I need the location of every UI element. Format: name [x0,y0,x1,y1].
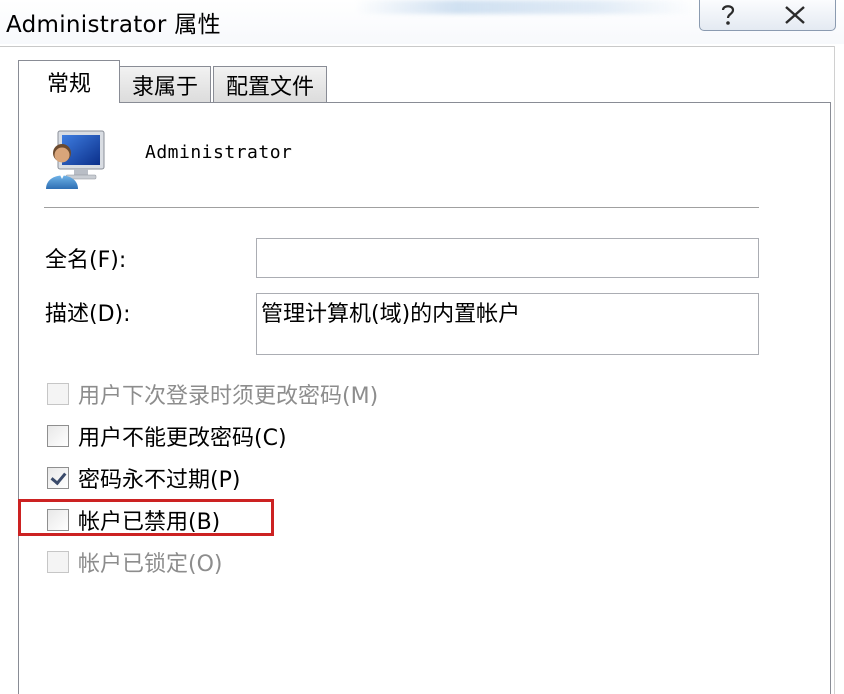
checkbox-label: 用户下次登录时须更改密码(M) [78,384,379,409]
checkbox-box[interactable] [47,551,69,573]
tab-general[interactable]: 常规 [18,60,120,103]
tab-general-label: 常规 [46,72,91,97]
checkbox-cannot-change-password[interactable]: 用户不能更改密码(C) [47,422,287,451]
title-glow [355,0,695,14]
tab-member-of[interactable]: 隶属于 [119,66,211,102]
checkbox-label: 密码永不过期(P) [78,468,241,493]
frame-right-border [834,46,835,694]
checkbox-must-change-password[interactable]: 用户下次登录时须更改密码(M) [47,380,379,409]
help-button[interactable] [699,0,757,31]
question-mark-icon [717,3,739,27]
checkbox-label: 帐户已锁定(O) [78,552,223,577]
checkbox-label: 用户不能更改密码(C) [78,426,287,451]
highlight-annotation-box [18,499,274,536]
frame-top-border [0,46,835,47]
checkbox-password-never-expires[interactable]: 密码永不过期(P) [47,464,241,493]
description-label: 描述(D): [45,302,131,327]
properties-window: Administrator 属性 常规 隶属于 配置文件 Administrat… [0,0,844,694]
description-input[interactable]: 管理计算机(域)的内置帐户 [256,293,759,355]
user-account-name: Administrator [145,142,293,163]
checkbox-box[interactable] [47,383,69,405]
tab-member-of-label: 隶属于 [131,74,198,100]
full-name-label: 全名(F): [45,248,127,273]
user-account-icon [44,127,108,195]
header-separator [44,207,759,211]
tab-profile-label: 配置文件 [225,74,314,100]
checkbox-box[interactable] [47,425,69,447]
tab-profile[interactable]: 配置文件 [213,66,327,102]
close-button[interactable] [755,0,836,31]
checkbox-account-locked[interactable]: 帐户已锁定(O) [47,548,223,577]
full-name-input[interactable] [256,238,759,278]
close-icon [782,5,808,25]
window-title: Administrator 属性 [6,12,221,38]
title-bar[interactable]: Administrator 属性 [0,0,844,44]
checkbox-box[interactable] [47,467,69,489]
